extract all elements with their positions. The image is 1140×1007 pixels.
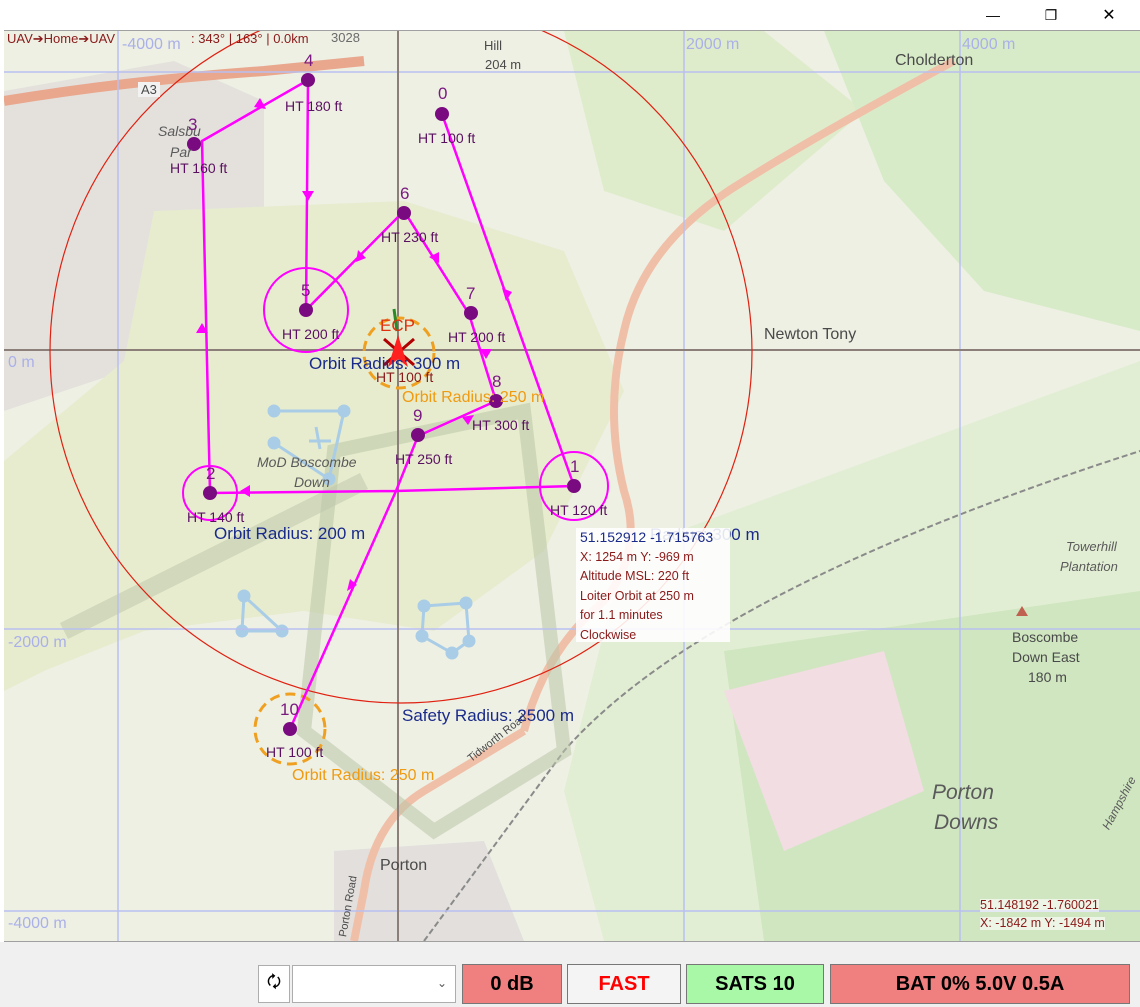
close-icon: ✕	[1102, 7, 1116, 24]
waypoint-3-height: HT 160 ft	[170, 160, 228, 176]
waypoint-3-number: 3	[188, 115, 198, 134]
minimize-icon: —	[986, 7, 1000, 23]
place-towerhill: Towerhill	[1066, 539, 1117, 554]
sats-text: SATS 10	[715, 972, 795, 995]
waypoint-4-height: HT 180 ft	[285, 98, 343, 114]
place-plantation: Plantation	[1060, 559, 1118, 574]
sats-indicator: SATS 10	[686, 964, 824, 1004]
bearing-readout: : 343° | 163° | 0.0km	[191, 31, 309, 46]
tooltip-xy: X: 1254 m Y: -969 m	[580, 549, 694, 564]
grid-label-zero: 0 m	[8, 354, 35, 371]
title-bar: — ❐ ✕	[0, 0, 1140, 30]
waypoint-0-height: HT 100 ft	[418, 130, 476, 146]
tooltip-duration: for 1.1 minutes	[580, 608, 663, 622]
restore-icon: ❐	[1044, 6, 1058, 23]
place-porton-downs-2: Downs	[934, 811, 999, 834]
waypoint-9-height: HT 250 ft	[395, 451, 453, 467]
waypoint-0-number: 0	[438, 84, 448, 103]
place-boscombe-height: 180 m	[1028, 669, 1067, 685]
waypoint-2-height: HT 140 ft	[187, 509, 245, 525]
waypoint-4-number: 4	[304, 51, 314, 70]
waypoint-7-number: 7	[466, 284, 476, 303]
hud-number: 3028	[331, 30, 360, 45]
waypoint-9-number: 9	[413, 406, 423, 425]
place-hill-height: 204 m	[485, 57, 522, 72]
waypoint-2-number: 2	[206, 464, 216, 483]
tooltip-altitude: Altitude MSL: 220 ft	[580, 569, 690, 583]
waypoint-10-height: HT 100 ft	[266, 744, 324, 760]
signal-text: 0 dB	[490, 972, 534, 995]
safety-radius-label: Safety Radius: 2500 m	[402, 706, 574, 725]
cursor-latlon: 51.148192 -1.760021	[980, 898, 1099, 912]
waypoint-1-number: 1	[570, 457, 580, 476]
port-select[interactable]: ⌄	[292, 965, 456, 1003]
speed-indicator: FAST	[567, 964, 681, 1004]
waypoint-5-number: 5	[301, 281, 311, 300]
place-mod-boscombe-down: Down	[294, 474, 330, 490]
close-button[interactable]: ✕	[1086, 0, 1132, 30]
orbit-label-home: Orbit Radius: 250 m	[402, 389, 545, 406]
waypoint-1-height: HT 120 ft	[550, 502, 608, 518]
place-park: Par	[170, 144, 192, 160]
grid-label-top-right: 4000 m	[962, 36, 1016, 53]
place-cholderton: Cholderton	[895, 52, 974, 69]
cursor-xy: X: -1842 m Y: -1494 m	[980, 916, 1105, 930]
signal-indicator: 0 dB	[462, 964, 562, 1004]
waypoint-5-height: HT 200 ft	[282, 326, 340, 342]
tooltip-coords: 51.152912 -1.715763	[580, 529, 714, 545]
grid-label-top-mid: 2000 m	[686, 36, 740, 53]
waypoint-10-number: 10	[280, 700, 299, 719]
restore-button[interactable]: ❐	[1028, 0, 1074, 30]
place-down-east: Down East	[1012, 649, 1080, 665]
orbit-label-wp5: Orbit Radius: 300 m	[309, 354, 461, 373]
place-porton: Porton	[380, 857, 428, 874]
minimize-button[interactable]: —	[970, 0, 1016, 30]
breadcrumb: UAV➔Home➔UAV	[7, 31, 115, 46]
battery-indicator: BAT 0% 5.0V 0.5A	[830, 964, 1130, 1004]
refresh-icon: 🗘	[266, 973, 282, 991]
road-label-a3: A3	[138, 82, 160, 97]
place-newton-tony: Newton Tony	[764, 326, 857, 343]
ecp-label: ECP	[380, 316, 415, 335]
tooltip-direction: Clockwise	[580, 627, 637, 642]
waypoint-tooltip: 51.152912 -1.715763 X: 1254 m Y: -969 m …	[576, 528, 730, 642]
orbit-label-wp10: Orbit Radius: 250 m	[292, 767, 435, 784]
grid-label-minus2000: -2000 m	[8, 634, 67, 651]
chevron-down-icon: ⌄	[436, 976, 447, 990]
waypoint-7-height: HT 200 ft	[448, 329, 506, 345]
tooltip-loiter: Loiter Orbit at 250 m	[580, 588, 694, 603]
grid-label-minus4000: -4000 m	[8, 915, 67, 932]
waypoint-8-number: 8	[492, 372, 502, 391]
grid-label-top-left: -4000 m	[122, 36, 181, 53]
waypoint-6-height: HT 230 ft	[381, 229, 439, 245]
place-hill: Hill	[484, 38, 503, 53]
place-boscombe-east: Boscombe	[1012, 629, 1079, 645]
place-porton-downs-1: Porton	[932, 781, 994, 804]
place-mod-boscombe: MoD Boscombe	[257, 454, 357, 470]
battery-text: BAT 0% 5.0V 0.5A	[895, 972, 1065, 995]
speed-text: FAST	[598, 972, 650, 995]
refresh-button[interactable]: 🗘	[258, 965, 290, 1003]
mission-map[interactable]: UAV➔Home➔UAV : 343° | 163° | 0.0km 3028 …	[4, 30, 1140, 942]
waypoint-6-number: 6	[400, 184, 410, 203]
waypoint-8-height: HT 300 ft	[472, 417, 530, 433]
orbit-label-wp2: Orbit Radius: 200 m	[214, 524, 366, 543]
